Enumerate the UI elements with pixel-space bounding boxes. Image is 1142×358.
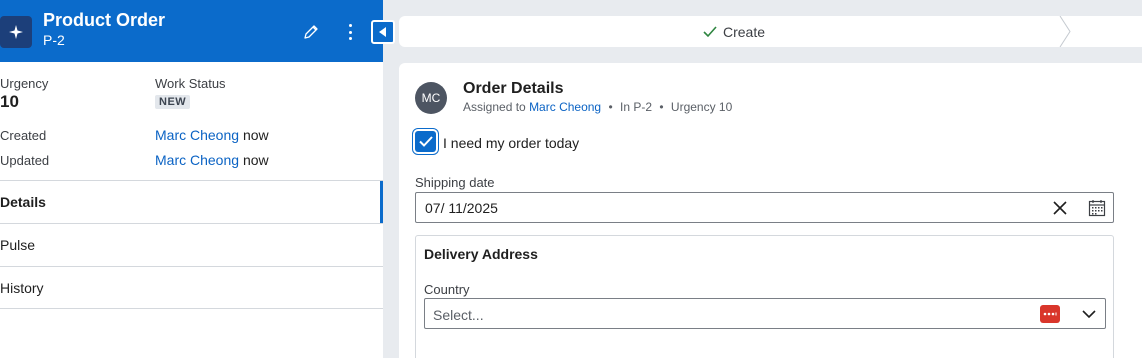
stage-bar: Create (399, 16, 1142, 47)
calendar-icon[interactable] (1088, 199, 1106, 217)
updated-label: Updated (0, 153, 50, 168)
created-when: now (242, 127, 269, 143)
stage-separator (1059, 16, 1071, 47)
separator-dot: • (608, 100, 613, 114)
tab-label: History (0, 279, 44, 296)
tab-label: Details (0, 194, 46, 210)
section-title: Delivery Address (424, 246, 538, 262)
chevron-down-icon (1082, 310, 1096, 319)
updated-value: Marc Cheong now (155, 152, 269, 168)
case-id: P-2 (43, 32, 65, 48)
order-today-checkbox[interactable] (415, 131, 436, 152)
case-tabs: Details Pulse History (0, 180, 383, 309)
updated-by-link[interactable]: Marc Cheong (155, 152, 239, 168)
sparkle-icon (0, 16, 32, 48)
more-actions-icon[interactable] (342, 22, 358, 42)
urgency-ref: Urgency 10 (670, 100, 733, 114)
case-header: Product Order P-2 (0, 0, 383, 62)
assigned-prefix: Assigned to (463, 100, 526, 114)
tab-label: Pulse (0, 237, 36, 253)
created-value: Marc Cheong now (155, 127, 269, 143)
card-title: Order Details (463, 80, 564, 97)
card-subtitle: Assigned to Marc Cheong • In P-2 • Urgen… (463, 100, 732, 114)
updated-when: now (242, 152, 269, 168)
collapse-panel-button[interactable] (371, 20, 395, 44)
case-summary-panel: Product Order P-2 Urgency 10 Work Status… (0, 0, 383, 358)
checkmark-icon (418, 136, 433, 147)
case-ref: In P-2 (620, 100, 653, 114)
shipping-date-label: Shipping date (415, 175, 495, 190)
caret-left-icon (379, 27, 386, 37)
country-select[interactable]: Select... (424, 298, 1106, 329)
password-manager-icon[interactable] (1040, 305, 1060, 323)
stage-create[interactable]: Create (399, 16, 1069, 47)
tab-history[interactable]: History (0, 266, 383, 309)
created-label: Created (0, 128, 47, 143)
tab-pulse[interactable]: Pulse (0, 223, 383, 266)
status-badge: NEW (155, 95, 191, 109)
close-icon[interactable] (1052, 200, 1068, 216)
tab-details[interactable]: Details (0, 180, 383, 223)
case-title: Product Order (43, 10, 166, 30)
work-status-label: Work Status (155, 76, 226, 91)
pencil-icon[interactable] (301, 22, 321, 42)
country-label: Country (424, 282, 470, 297)
country-placeholder: Select... (433, 307, 484, 323)
shipping-date-field[interactable]: 07/ 11/2025 (415, 192, 1114, 223)
stage-label: Create (722, 23, 766, 40)
order-details-card: MC Order Details Assigned to Marc Cheong… (399, 63, 1142, 358)
separator-dot: • (659, 100, 664, 114)
avatar: MC (415, 82, 447, 114)
checkmark-icon (703, 25, 717, 37)
shipping-date-value[interactable]: 07/ 11/2025 (425, 200, 498, 216)
urgency-value: 10 (0, 92, 19, 111)
urgency-label: Urgency (0, 76, 49, 91)
assignee-link[interactable]: Marc Cheong (529, 100, 601, 114)
checkbox-label: I need my order today (443, 135, 580, 151)
delivery-address-section: Delivery Address Country Select... (415, 235, 1114, 358)
created-by-link[interactable]: Marc Cheong (155, 127, 239, 143)
